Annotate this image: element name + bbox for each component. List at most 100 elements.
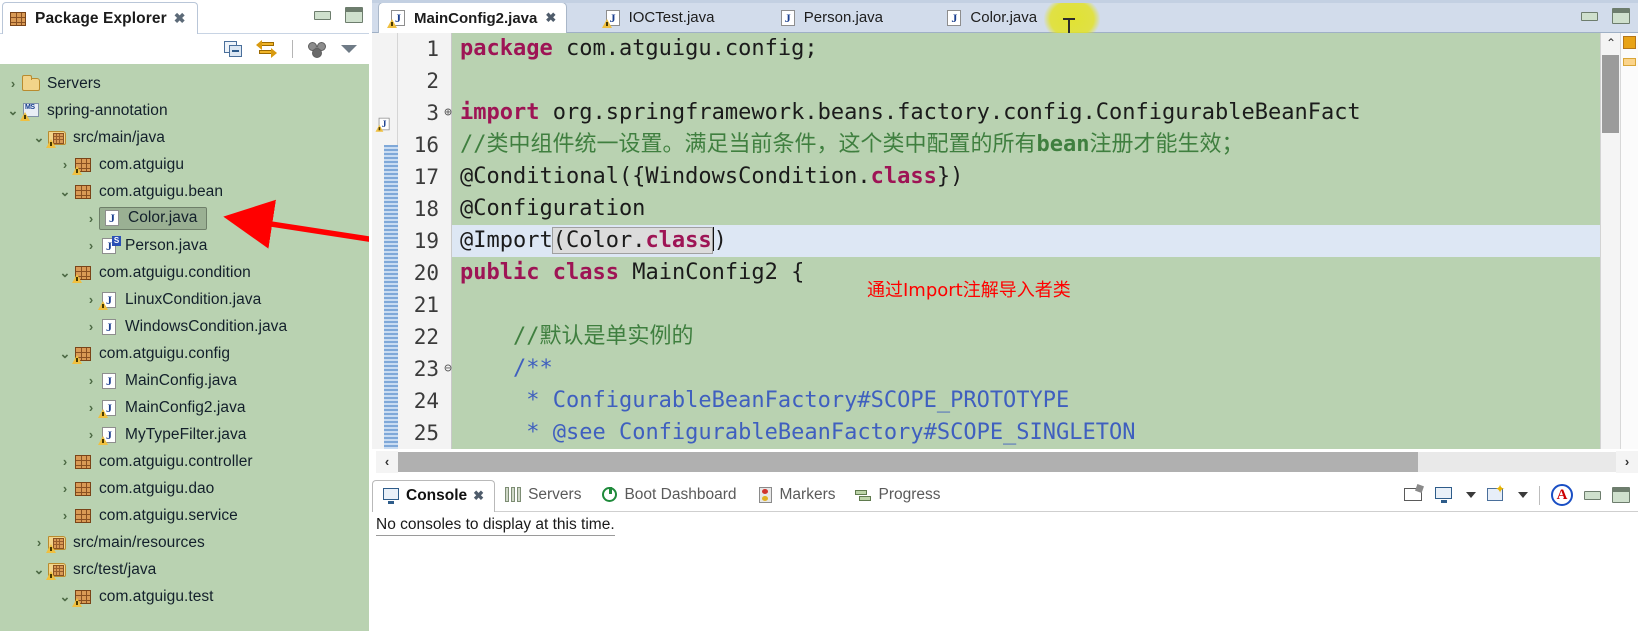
chevron-right-icon[interactable]: ›: [56, 509, 74, 522]
chevron-right-icon[interactable]: ›: [82, 374, 100, 387]
tree-item-com-atguigu-service[interactable]: › com.atguigu.service: [0, 502, 369, 529]
tree-item-servers[interactable]: › Servers: [0, 70, 369, 97]
editor-minimize-icon[interactable]: [1581, 11, 1598, 21]
editor-maximize-icon[interactable]: [1612, 8, 1630, 24]
fold-toggle-icon[interactable]: ⊖: [444, 353, 452, 385]
maximize-icon[interactable]: [345, 7, 363, 23]
horizontal-scrollbar-thumb[interactable]: [398, 452, 1418, 472]
tree-item-linuxcondition-java[interactable]: ›LinuxCondition.java: [0, 286, 369, 313]
editor-horizontal-scrollbar[interactable]: ‹ ›: [372, 449, 1638, 475]
close-icon[interactable]: ✖: [174, 10, 186, 27]
source-folder-icon: [46, 129, 67, 148]
tree-item-src-main-java[interactable]: ⌄ src/main/java: [0, 124, 369, 151]
view-menu-icon[interactable]: [308, 41, 328, 58]
editor-tab-ioctest-java[interactable]: IOCTest.java: [594, 2, 725, 33]
minimize-icon[interactable]: [314, 10, 331, 20]
chevron-right-icon[interactable]: ›: [4, 77, 22, 90]
overview-marker-occurrence[interactable]: [1623, 58, 1636, 66]
console-maximize-icon[interactable]: [1612, 487, 1630, 503]
tree-item-windowscondition-java[interactable]: › WindowsCondition.java: [0, 313, 369, 340]
code-line[interactable]: //默认是单实例的: [452, 321, 1600, 353]
chevron-right-icon[interactable]: ›: [56, 482, 74, 495]
link-with-editor-icon[interactable]: [256, 40, 277, 58]
package-warning-icon: [72, 264, 93, 283]
line-number-value: 16: [413, 133, 439, 157]
chevron-down-icon[interactable]: ⌄: [56, 185, 74, 198]
scroll-right-icon[interactable]: ›: [1616, 451, 1638, 473]
servers-icon: [505, 486, 522, 503]
vertical-scrollbar-thumb[interactable]: [1602, 55, 1619, 133]
tree-item-mainconfig-java[interactable]: › MainConfig.java: [0, 367, 369, 394]
collapse-all-icon[interactable]: [224, 40, 243, 58]
fold-toggle-icon[interactable]: ⊕: [444, 97, 452, 129]
close-icon[interactable]: ✖: [473, 488, 484, 504]
overview-marker-warning[interactable]: [1623, 36, 1636, 49]
editor-tab-color-java[interactable]: Color.java: [935, 2, 1047, 33]
display-selected-console-icon[interactable]: [1435, 486, 1455, 504]
chevron-right-icon[interactable]: ›: [82, 320, 100, 333]
code-editor[interactable]: 123⊕1617181920212223⊖2425 package com.at…: [372, 33, 1638, 475]
editor-tab-person-java[interactable]: Person.java: [769, 2, 893, 33]
console-tab-boot-dashboard[interactable]: Boot Dashboard: [591, 479, 746, 511]
code-line[interactable]: @Import(Color.class): [452, 225, 1600, 257]
tree-item-com-atguigu-dao[interactable]: › com.atguigu.dao: [0, 475, 369, 502]
tree-item-com-atguigu-condition[interactable]: ⌄ com.atguigu.condition: [0, 259, 369, 286]
tree-item-com-atguigu[interactable]: › com.atguigu: [0, 151, 369, 178]
scroll-left-icon[interactable]: ‹: [376, 451, 398, 473]
code-line[interactable]: * @see ConfigurableBeanFactory#SCOPE_SIN…: [452, 417, 1600, 449]
code-line[interactable]: @Configuration: [452, 193, 1600, 225]
chevron-down-icon[interactable]: [341, 45, 357, 53]
tree-item-src-main-resources[interactable]: › src/main/resources: [0, 529, 369, 556]
console-tab-console[interactable]: Console ✖: [372, 479, 496, 512]
tree-item-mytypefilter-java[interactable]: ›MyTypeFilter.java: [0, 421, 369, 448]
project-icon: [20, 102, 41, 121]
code-line[interactable]: //类中组件统一设置。满足当前条件，这个类中配置的所有bean注册才能生效；: [452, 129, 1600, 161]
chevron-right-icon[interactable]: ›: [82, 212, 100, 225]
code-line[interactable]: * ConfigurableBeanFactory#SCOPE_PROTOTYP…: [452, 385, 1600, 417]
line-number: 24: [398, 385, 451, 417]
console-tab-progress[interactable]: Progress: [845, 479, 950, 511]
chevron-right-icon[interactable]: ›: [56, 455, 74, 468]
console-tab-markers[interactable]: Markers: [747, 479, 846, 511]
editor-vertical-scrollbar[interactable]: ⌃ ⌄: [1600, 33, 1620, 475]
code-line[interactable]: package com.atguigu.config;: [452, 33, 1600, 65]
editor-tab-mainconfig2-java[interactable]: MainConfig2.java ✖: [378, 2, 568, 33]
source-code-text[interactable]: package com.atguigu.config; import org.sp…: [452, 33, 1600, 475]
chevron-right-icon[interactable]: ›: [82, 239, 100, 252]
code-line[interactable]: /**: [452, 353, 1600, 385]
tree-item-label: Color.java: [128, 209, 198, 226]
project-tree[interactable]: ›Servers⌄spring-annotation⌄src/main/java…: [0, 64, 369, 631]
line-number: 23 ⊖: [398, 353, 452, 385]
tree-item-com-atguigu-config[interactable]: ⌄ com.atguigu.config: [0, 340, 369, 367]
tree-item-com-atguigu-bean[interactable]: ⌄ com.atguigu.bean: [0, 178, 369, 205]
tree-item-src-test-java[interactable]: ⌄ src/test/java: [0, 556, 369, 583]
display-selected-console-dropdown-icon[interactable]: [1466, 492, 1476, 498]
code-line[interactable]: [452, 65, 1600, 97]
tree-item-com-atguigu-controller[interactable]: › com.atguigu.controller: [0, 448, 369, 475]
new-console-view-icon[interactable]: [1487, 482, 1507, 504]
console-minimize-icon[interactable]: [1584, 490, 1601, 500]
line-number-value: 23: [413, 357, 439, 381]
horizontal-scrollbar-track[interactable]: [398, 452, 1616, 472]
tree-item-com-atguigu-test[interactable]: ⌄ com.atguigu.test: [0, 583, 369, 610]
tree-item-mainconfig2-java[interactable]: ›MainConfig2.java: [0, 394, 369, 421]
right-pane: MainConfig2.java ✖ IOCTest.java Person.java…: [369, 0, 1638, 631]
package-icon: [74, 480, 93, 498]
scroll-up-icon[interactable]: ⌃: [1601, 33, 1621, 53]
console-tab-servers[interactable]: Servers: [495, 479, 591, 511]
tree-item-spring-annotation[interactable]: ⌄spring-annotation: [0, 97, 369, 124]
open-console-icon[interactable]: [1404, 486, 1424, 504]
code-line[interactable]: import org.springframework.beans.factory…: [452, 97, 1600, 129]
tab-package-explorer[interactable]: Package Explorer ✖: [2, 2, 199, 34]
code-line[interactable]: @Conditional({WindowsCondition.class}): [452, 161, 1600, 193]
line-number: 21: [398, 289, 451, 321]
editor-annotation-ruler[interactable]: [372, 33, 398, 475]
eclipse-ide-window: Package Explorer ✖ ›Servers⌄spring-annot: [0, 0, 1638, 631]
new-console-view-dropdown-icon[interactable]: [1518, 492, 1528, 498]
close-icon[interactable]: ✖: [545, 10, 556, 26]
tree-item-color-java[interactable]: › Color.java: [0, 205, 369, 232]
pin-console-icon[interactable]: A: [1551, 484, 1573, 506]
editor-overview-ruler[interactable]: [1620, 33, 1638, 475]
package-warning-icon: [72, 345, 93, 364]
tree-item-person-java[interactable]: ›SPerson.java: [0, 232, 369, 259]
